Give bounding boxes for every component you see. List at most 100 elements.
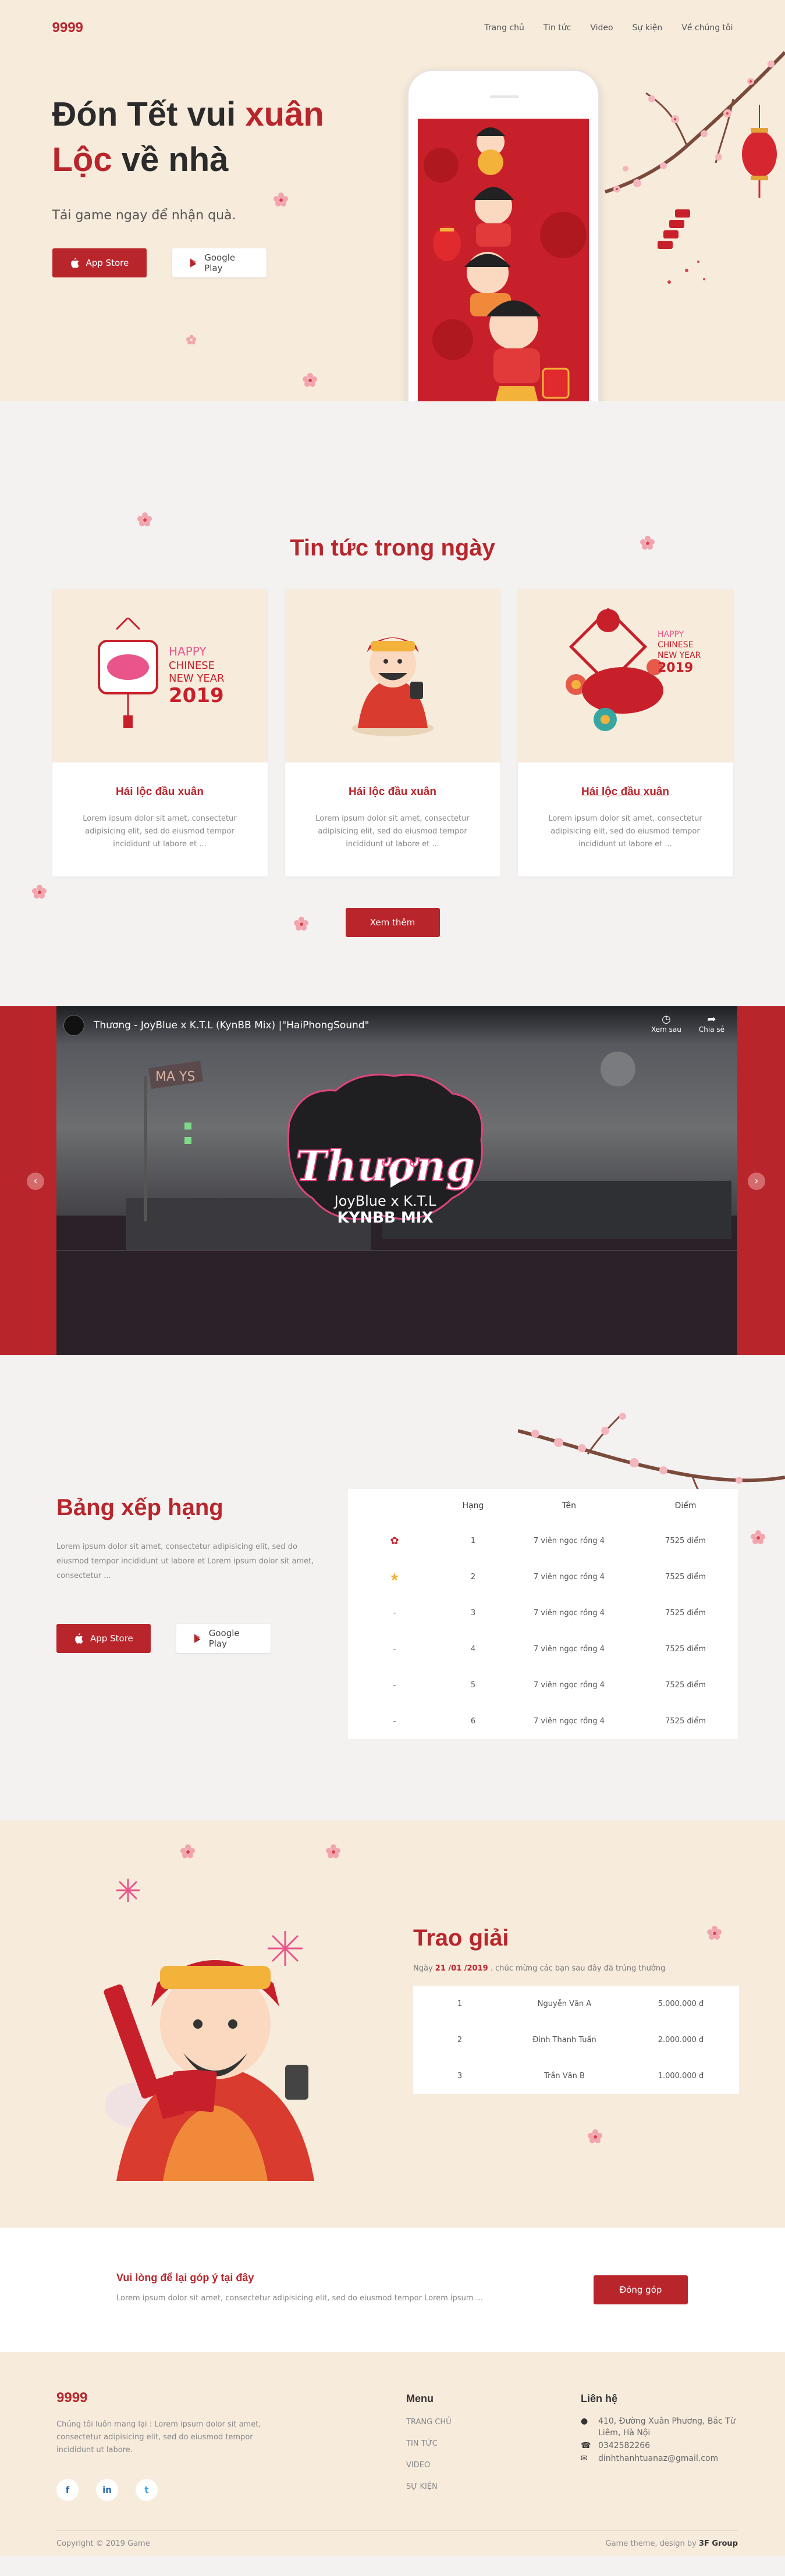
score-cell: 7525 điểm bbox=[665, 1536, 706, 1545]
facebook-icon[interactable]: f bbox=[56, 2479, 79, 2501]
news-card-text: Lorem ipsum dolor sit amet, consectetur … bbox=[83, 814, 237, 849]
slider-next-button[interactable]: › bbox=[748, 1173, 765, 1190]
menu-item-video[interactable]: Video bbox=[590, 23, 613, 33]
google-play-label: Google Play bbox=[208, 1628, 240, 1649]
app-store-button[interactable]: App Store bbox=[52, 248, 147, 277]
hero-title-highlight: xuân bbox=[245, 95, 324, 133]
contact-phone: ☎ 0342582266 bbox=[581, 2440, 750, 2452]
google-play-button[interactable]: Google Play bbox=[176, 1624, 271, 1653]
news-card-text: Lorem ipsum dolor sit amet, consectetur … bbox=[315, 814, 470, 849]
new-year-text: NEW YEAR bbox=[169, 672, 225, 685]
greeting-text: HAPPY bbox=[169, 644, 207, 658]
feedback-text: Lorem ipsum dolor sit amet, consectetur … bbox=[116, 2294, 484, 2303]
news-card-title[interactable]: Hái lộc đầu xuân bbox=[285, 786, 500, 799]
map-pin-icon: ● bbox=[581, 2417, 588, 2426]
chevron-right-icon: › bbox=[754, 1175, 759, 1187]
view-more-button[interactable]: Xem thêm bbox=[345, 908, 440, 937]
blossom-icon bbox=[588, 2129, 602, 2143]
name-cell: 7 viên ngọc rồng 4 bbox=[534, 1608, 605, 1617]
clock-icon: ◷ bbox=[662, 1013, 671, 1025]
chinese-new-year-pig-flowers-icon: HAPPY CHINESE NEW YEAR 2019 bbox=[565, 607, 701, 731]
chinese-text: CHINESE bbox=[169, 660, 215, 672]
contact-email: ✉ dinhthanhtuanaz@gmail.com bbox=[581, 2453, 750, 2464]
footer-logo[interactable]: 9999 bbox=[56, 2390, 87, 2406]
feedback-title: Vui lòng để lại góp ý tại đây bbox=[116, 2272, 254, 2283]
hero-section: 9999 Trang chủ Tin tức Video Sự kiện Về … bbox=[0, 0, 785, 401]
copyright-text: Copyright © 2019 Game bbox=[56, 2539, 150, 2548]
amount-cell: 1.000.000 đ bbox=[658, 2071, 704, 2080]
news-card[interactable]: Hái lộc đầu xuân Lorem ipsum dolor sit a… bbox=[285, 589, 500, 877]
song-title-art: Thương bbox=[296, 1141, 475, 1191]
rank-cell: 4 bbox=[470, 1644, 476, 1654]
video-title[interactable]: Thương - JoyBlue x K.T.L (KynBB Mix) |"H… bbox=[94, 1020, 369, 1031]
year-text: 2019 bbox=[658, 661, 693, 675]
artist-art: JoyBlue x K.T.L bbox=[333, 1193, 436, 1209]
blossom-icon bbox=[751, 1530, 765, 1544]
phone-text[interactable]: 0342582266 bbox=[598, 2440, 650, 2452]
footer-link-events[interactable]: Sự kiện bbox=[406, 2482, 452, 2491]
column-header-name: Tên bbox=[562, 1501, 577, 1510]
mix-art: KYNBB MIX bbox=[337, 1209, 433, 1227]
news-card[interactable]: HAPPY CHINESE NEW YEAR 2019 Hái lộc đầu … bbox=[52, 589, 268, 877]
score-cell: 7525 điểm bbox=[665, 1608, 706, 1617]
blossom-icon bbox=[180, 1844, 195, 1858]
rank-cell: 2 bbox=[470, 1572, 476, 1581]
footer-link-video[interactable]: Video bbox=[406, 2461, 452, 2470]
prize-title: Trao giải bbox=[413, 1925, 509, 1951]
gold-star-icon: ★ bbox=[389, 1570, 400, 1584]
site-logo[interactable]: 9999 bbox=[52, 20, 83, 36]
menu-item-events[interactable]: Sự kiện bbox=[633, 23, 663, 33]
contact-address: ● 410, Đường Xuân Phương, Bắc Từ Liêm, Hà… bbox=[581, 2415, 750, 2439]
cherry-blossom-branch-icon bbox=[605, 51, 785, 284]
score-cell: 7525 điểm bbox=[665, 1716, 706, 1726]
ranking-section: Bảng xếp hạng Lorem ipsum dolor sit amet… bbox=[0, 1355, 785, 1820]
envelope-icon: ✉ bbox=[581, 2454, 588, 2463]
name-cell: Đinh Thanh Tuấn bbox=[532, 2035, 596, 2044]
slider-prev-button[interactable]: ‹ bbox=[27, 1173, 44, 1190]
score-cell: 7525 điểm bbox=[665, 1680, 706, 1690]
prize-section: Trao giải Ngày 21 /01 /2019 . chúc mừng … bbox=[0, 1820, 785, 2228]
app-store-label: App Store bbox=[86, 258, 129, 268]
app-store-button[interactable]: App Store bbox=[56, 1624, 151, 1653]
address-text: 410, Đường Xuân Phương, Bắc Từ Liêm, Hà … bbox=[598, 2417, 736, 2438]
contribute-button[interactable]: Đóng góp bbox=[594, 2275, 688, 2304]
apple-icon bbox=[70, 258, 79, 268]
name-cell: 7 viên ngọc rồng 4 bbox=[534, 1572, 605, 1581]
channel-avatar[interactable] bbox=[63, 1015, 84, 1036]
menu-item-about[interactable]: Về chúng tôi bbox=[681, 23, 733, 33]
credit-name[interactable]: 3F Group bbox=[699, 2539, 738, 2548]
rank-cell: 2 bbox=[457, 2035, 463, 2044]
news-card[interactable]: HAPPY CHINESE NEW YEAR 2019 Hái lộc đầu … bbox=[517, 589, 733, 877]
god-of-wealth-icon bbox=[104, 1879, 314, 2181]
google-play-button[interactable]: Google Play bbox=[172, 248, 267, 277]
footer-link-home[interactable]: Trang chủ bbox=[406, 2418, 452, 2427]
video-section: MA YS Thương JoyBlue x K.T.L KYNBB MIX T… bbox=[0, 1006, 785, 1355]
date-prefix: Ngày bbox=[413, 1964, 435, 1973]
blossom-icon bbox=[326, 1844, 340, 1858]
credit-line: Game theme, design by 3F Group bbox=[606, 2539, 738, 2548]
chinese-text: CHINESE bbox=[658, 640, 693, 650]
twitter-icon[interactable]: t bbox=[136, 2479, 158, 2501]
watch-later-label: Xem sau bbox=[651, 1025, 681, 1034]
phone-screen bbox=[418, 119, 589, 401]
watch-later-button[interactable]: ◷ Xem sau bbox=[651, 1013, 681, 1034]
badge-cell: - bbox=[393, 1608, 396, 1617]
social-links: f in t bbox=[56, 2479, 158, 2501]
top-nav: 9999 Trang chủ Tin tức Video Sự kiện Về … bbox=[52, 0, 733, 36]
news-card-title[interactable]: Hái lộc đầu xuân bbox=[518, 786, 733, 799]
footer-description: Chúng tôi luôn mang lại : Lorem ipsum do… bbox=[56, 2420, 261, 2454]
blossom-icon bbox=[303, 373, 317, 387]
linkedin-icon[interactable]: in bbox=[96, 2479, 118, 2501]
hero-title-text: Đón Tết vui bbox=[52, 95, 246, 133]
prize-date: 21 /01 /2019 bbox=[435, 1964, 488, 1973]
share-button[interactable]: ➦ Chia sẻ bbox=[699, 1013, 724, 1034]
share-label: Chia sẻ bbox=[698, 1025, 724, 1034]
email-text[interactable]: dinhthanhtuanaz@gmail.com bbox=[598, 2453, 718, 2464]
menu-item-news[interactable]: Tin tức bbox=[544, 23, 571, 33]
rank-cell: 1 bbox=[470, 1536, 476, 1545]
footer-link-news[interactable]: Tin tức bbox=[406, 2439, 452, 2448]
news-card-title[interactable]: Hái lộc đầu xuân bbox=[52, 786, 268, 799]
news-section: Tin tức trong ngày HAPPY CHINESE NEW YEA… bbox=[0, 401, 785, 1006]
youtube-player[interactable]: MA YS Thương JoyBlue x K.T.L KYNBB MIX T… bbox=[56, 1006, 737, 1355]
menu-item-home[interactable]: Trang chủ bbox=[484, 23, 524, 33]
